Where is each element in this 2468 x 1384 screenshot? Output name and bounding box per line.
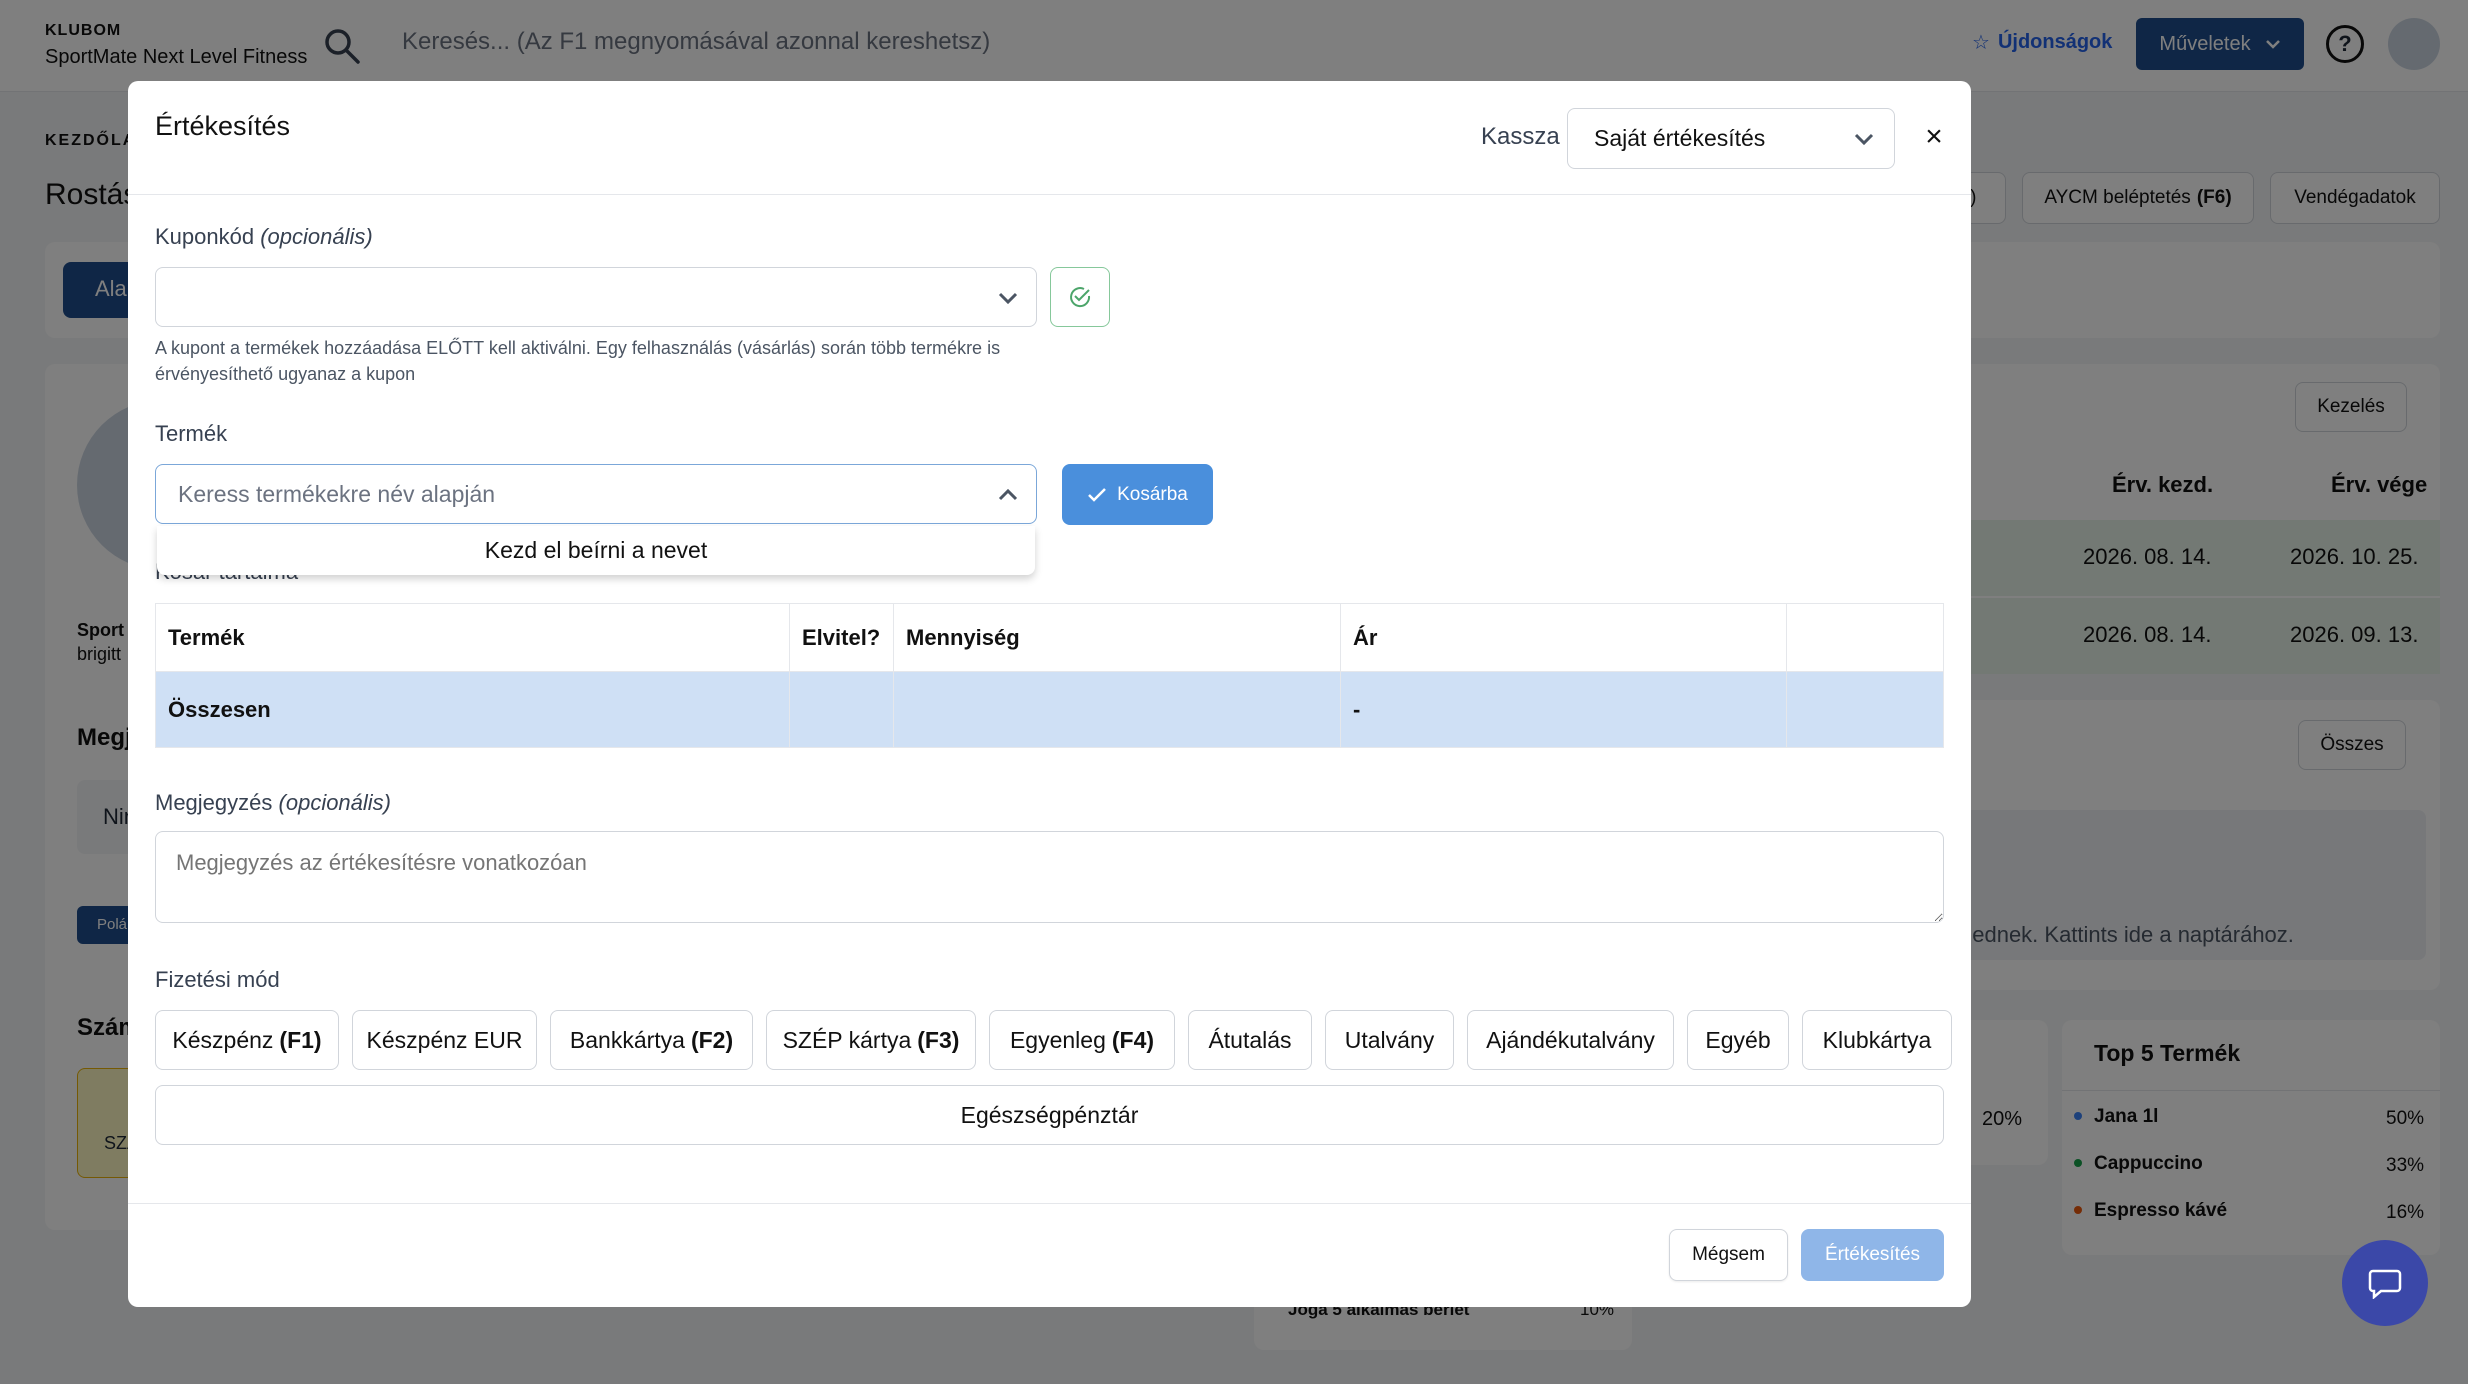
product-label: Termék bbox=[155, 421, 228, 446]
payment-label-text: Ajándékutalvány bbox=[1486, 1026, 1655, 1053]
payment-balance-button[interactable]: Egyenleg (F4) bbox=[989, 1010, 1175, 1070]
sale-modal: Értékesítés Kassza Saját értékesítés × K… bbox=[128, 81, 1971, 1307]
col-price: Ár bbox=[1340, 603, 1787, 672]
col-takeaway: Elvitel? bbox=[789, 603, 894, 672]
coupon-label: Kuponkód (opcionális) bbox=[155, 224, 373, 250]
payment-key: (F3) bbox=[917, 1026, 960, 1053]
check-circle-icon bbox=[1070, 287, 1091, 308]
modal-footer: Mégsem Értékesítés bbox=[128, 1203, 1971, 1307]
modal-header: Értékesítés Kassza Saját értékesítés × bbox=[128, 81, 1971, 195]
cart-table: Termék Elvitel? Mennyiség Ár Összesen - bbox=[155, 603, 1944, 748]
payment-cash-button[interactable]: Készpénz (F1) bbox=[155, 1010, 339, 1070]
col-quantity: Mennyiség bbox=[893, 603, 1341, 672]
payment-label-text: Készpénz bbox=[172, 1026, 274, 1053]
chat-button[interactable] bbox=[2342, 1240, 2428, 1326]
payment-club-card-button[interactable]: Klubkártya bbox=[1802, 1010, 1952, 1070]
register-label: Kassza bbox=[1481, 123, 1560, 150]
coupon-help-text: A kupont a termékek hozzáadása ELŐTT kel… bbox=[155, 338, 1001, 384]
coupon-label-text: Kuponkód bbox=[155, 224, 255, 249]
check-icon bbox=[1088, 487, 1106, 502]
payment-label-text: Átutalás bbox=[1208, 1026, 1292, 1053]
payment-label-text: Klubkártya bbox=[1822, 1026, 1932, 1053]
payment-label-text: Készpénz EUR bbox=[366, 1026, 523, 1053]
payment-transfer-button[interactable]: Átutalás bbox=[1188, 1010, 1312, 1070]
cart-total-empty bbox=[789, 671, 894, 748]
note-label-text: Megjegyzés bbox=[155, 790, 273, 815]
payment-label-text: Egyéb bbox=[1705, 1026, 1771, 1053]
chevron-down-icon bbox=[998, 292, 1018, 305]
payment-label: Fizetési mód bbox=[155, 967, 280, 992]
payment-health-fund-button[interactable]: Egészségpénztár bbox=[155, 1085, 1944, 1145]
payment-cash-eur-button[interactable]: Készpénz EUR bbox=[352, 1010, 537, 1070]
table-row: Összesen - bbox=[155, 671, 1944, 748]
close-icon[interactable]: × bbox=[1918, 120, 1950, 153]
col-product: Termék bbox=[155, 603, 790, 672]
note-textarea[interactable] bbox=[155, 831, 1944, 923]
product-dropdown-hint: Kezd el beírni a nevet bbox=[157, 526, 1035, 575]
product-search-placeholder: Keress termékekre név alapján bbox=[178, 480, 496, 507]
cart-total-empty bbox=[893, 671, 1341, 748]
register-value: Saját értékesítés bbox=[1594, 125, 1766, 151]
cancel-button[interactable]: Mégsem bbox=[1669, 1229, 1788, 1281]
note-label: Megjegyzés (opcionális) bbox=[155, 790, 391, 816]
optional-hint: (opcionális) bbox=[278, 790, 392, 815]
payment-other-button[interactable]: Egyéb bbox=[1687, 1010, 1789, 1070]
payment-card-button[interactable]: Bankkártya (F2) bbox=[550, 1010, 753, 1070]
chat-icon bbox=[2368, 1269, 2402, 1299]
cart-total-label: Összesen bbox=[155, 671, 790, 748]
table-header-row: Termék Elvitel? Mennyiség Ár bbox=[155, 603, 1944, 672]
chevron-up-icon bbox=[998, 488, 1018, 501]
submit-sale-button[interactable]: Értékesítés bbox=[1801, 1229, 1944, 1281]
payment-voucher-button[interactable]: Utalvány bbox=[1325, 1010, 1454, 1070]
add-to-cart-button[interactable]: Kosárba bbox=[1062, 464, 1213, 525]
cart-total-value: - bbox=[1340, 671, 1787, 748]
cart-total-empty bbox=[1786, 671, 1944, 748]
modal-title: Értékesítés bbox=[155, 111, 291, 141]
col-actions bbox=[1786, 603, 1944, 672]
register-select[interactable]: Saját értékesítés bbox=[1567, 108, 1895, 169]
payment-key: (F1) bbox=[279, 1026, 322, 1053]
payment-key: (F2) bbox=[690, 1026, 734, 1053]
coupon-select[interactable] bbox=[155, 267, 1037, 327]
payment-methods: Készpénz (F1) Készpénz EUR Bankkártya (F2)… bbox=[155, 1010, 1952, 1070]
payment-key: (F4) bbox=[1111, 1026, 1155, 1053]
product-search-input[interactable]: Keress termékekre név alapján bbox=[155, 464, 1037, 524]
optional-hint: (opcionális) bbox=[260, 224, 373, 249]
payment-label-text: SZÉP kártya bbox=[782, 1026, 912, 1053]
payment-label-text: Utalvány bbox=[1344, 1026, 1435, 1053]
payment-gift-voucher-button[interactable]: Ajándékutalvány bbox=[1467, 1010, 1674, 1070]
chevron-down-icon bbox=[1854, 133, 1874, 146]
payment-label-text: Bankkártya bbox=[569, 1026, 685, 1053]
coupon-apply-button[interactable] bbox=[1050, 267, 1110, 327]
add-to-cart-label: Kosárba bbox=[1117, 483, 1188, 505]
payment-szep-button[interactable]: SZÉP kártya (F3) bbox=[766, 1010, 976, 1070]
payment-label-text: Egyenleg bbox=[1009, 1026, 1106, 1053]
